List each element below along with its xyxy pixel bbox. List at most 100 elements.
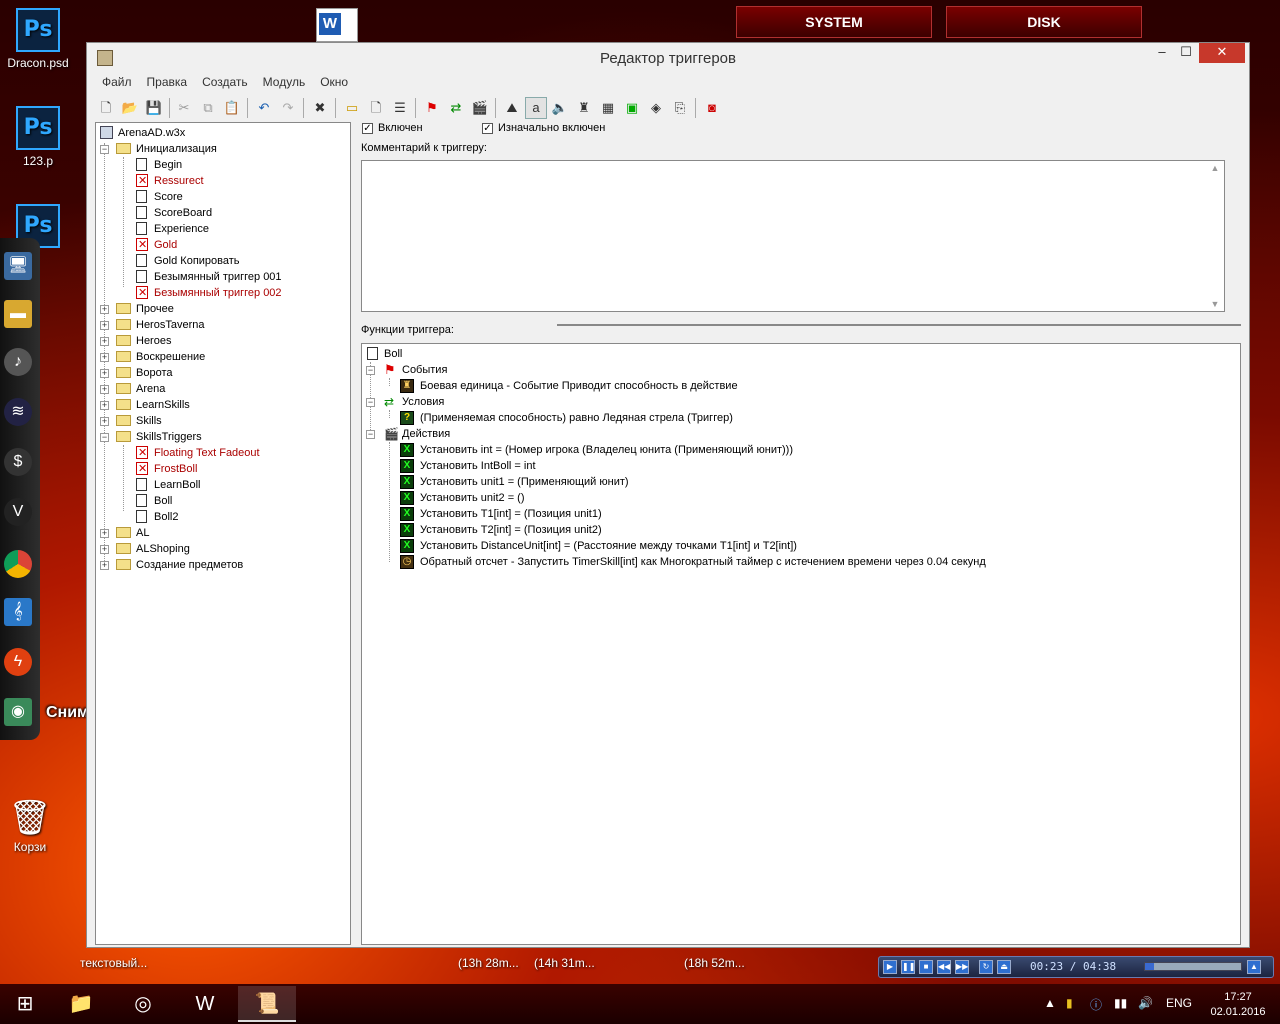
- action-row[interactable]: X Установить unit2 = (): [364, 490, 1224, 506]
- expand-icon[interactable]: +: [100, 401, 109, 410]
- ai-editor-icon[interactable]: ▣: [621, 97, 643, 119]
- warcraft-icon[interactable]: W: [176, 986, 234, 1022]
- condition-row[interactable]: ? (Применяемая способность) равно Ледяна…: [364, 410, 1224, 426]
- collapse-icon[interactable]: −: [366, 430, 375, 439]
- menu-create[interactable]: Создать: [195, 73, 255, 91]
- new-event-icon[interactable]: ⚑: [421, 97, 443, 119]
- tree-folder[interactable]: + Воскрешение: [96, 349, 336, 365]
- sound-editor-icon[interactable]: 🔈: [549, 97, 571, 119]
- maximize-button[interactable]: ☐: [1171, 43, 1201, 63]
- new-condition-icon[interactable]: ⇄: [445, 97, 467, 119]
- folder-icon[interactable]: ▬: [4, 300, 32, 328]
- tree-folder[interactable]: + Skills: [96, 413, 336, 429]
- expand-icon[interactable]: +: [100, 545, 109, 554]
- tree-folder[interactable]: + HerosTaverna: [96, 317, 336, 333]
- tree-trigger[interactable]: Ressurect: [96, 173, 336, 189]
- menu-file[interactable]: Файл: [95, 73, 139, 91]
- test-map-icon[interactable]: ◙: [701, 97, 723, 119]
- expand-icon[interactable]: +: [100, 337, 109, 346]
- tree-folder[interactable]: − SkillsTriggers: [96, 429, 336, 445]
- previous-icon[interactable]: ◀◀: [937, 960, 951, 974]
- tree-trigger[interactable]: Begin: [96, 157, 336, 173]
- v-app-icon[interactable]: V: [4, 498, 32, 526]
- system-button[interactable]: SYSTEM: [736, 6, 932, 38]
- menu-edit[interactable]: Правка: [140, 73, 195, 91]
- collapse-icon[interactable]: −: [366, 366, 375, 375]
- event-row[interactable]: ♜ Боевая единица - Событие Приводит спос…: [364, 378, 1224, 394]
- chrome-taskbar-icon[interactable]: ◎: [114, 986, 172, 1022]
- tree-folder[interactable]: + ALShoping: [96, 541, 336, 557]
- expand-icon[interactable]: +: [100, 529, 109, 538]
- show-hidden-icons-icon[interactable]: ▲: [1044, 996, 1056, 1010]
- app-tray-icon[interactable]: ▮: [1066, 996, 1073, 1010]
- tree-trigger[interactable]: Безымянный триггер 002: [96, 285, 336, 301]
- tree-folder[interactable]: + Прочее: [96, 301, 336, 317]
- tree-folder[interactable]: + Создание предметов: [96, 557, 336, 573]
- events-row[interactable]: − ⚑ События: [364, 362, 564, 378]
- clock[interactable]: 17:27 02.01.2016: [1202, 990, 1274, 1020]
- camera-icon[interactable]: ◉: [4, 698, 32, 726]
- enabled-checkbox[interactable]: ✓: [362, 123, 373, 134]
- collapse-icon[interactable]: −: [366, 398, 375, 407]
- action-row[interactable]: X Установить DistanceUnit[int] = (Расстоя…: [364, 538, 1224, 554]
- new-action-icon[interactable]: 🎬: [469, 97, 491, 119]
- tree-trigger[interactable]: Безымянный триггер 001: [96, 269, 336, 285]
- open-icon[interactable]: 📂: [119, 97, 141, 119]
- file-explorer-icon[interactable]: 📁: [52, 986, 110, 1022]
- chrome-icon[interactable]: [4, 550, 32, 578]
- world-editor-taskbar-icon[interactable]: 📜: [238, 986, 296, 1022]
- expand-icon[interactable]: +: [100, 417, 109, 426]
- trigger-name-row[interactable]: Boll: [364, 346, 564, 362]
- media-icon[interactable]: ♪: [4, 348, 32, 376]
- pause-icon[interactable]: ❚❚: [901, 960, 915, 974]
- tree-trigger[interactable]: Score: [96, 189, 336, 205]
- undo-icon[interactable]: ↶: [253, 97, 275, 119]
- desktop-icon-dracon-psd[interactable]: Ps Dracon.psd: [0, 8, 76, 70]
- conditions-row[interactable]: − ⇄ Условия: [364, 394, 564, 410]
- delete-icon[interactable]: ✖: [309, 97, 331, 119]
- tree-trigger[interactable]: ScoreBoard: [96, 205, 336, 221]
- expand-icon[interactable]: +: [100, 353, 109, 362]
- object-manager-icon[interactable]: ◈: [645, 97, 667, 119]
- language-indicator[interactable]: ENG: [1166, 996, 1192, 1010]
- next-icon[interactable]: ▶▶: [955, 960, 969, 974]
- tree-folder[interactable]: + Arena: [96, 381, 336, 397]
- expand-icon[interactable]: +: [100, 305, 109, 314]
- tree-trigger[interactable]: Gold Копировать: [96, 253, 336, 269]
- terrain-editor-icon[interactable]: ⛰: [501, 97, 523, 119]
- tree-trigger[interactable]: LearnBoll: [96, 477, 336, 493]
- info-icon[interactable]: ⓘ: [1090, 996, 1102, 1013]
- menu-window[interactable]: Окно: [313, 73, 355, 91]
- tree-trigger[interactable]: Floating Text Fadeout: [96, 445, 336, 461]
- word-document-icon[interactable]: W: [316, 8, 358, 42]
- minimize-player-icon[interactable]: ▲: [1247, 960, 1261, 974]
- new-comment-icon[interactable]: ☰: [389, 97, 411, 119]
- tree-folder[interactable]: + AL: [96, 525, 336, 541]
- open-file-icon[interactable]: ⏏: [997, 960, 1011, 974]
- object-editor-icon[interactable]: ♜: [573, 97, 595, 119]
- expand-icon[interactable]: +: [100, 369, 109, 378]
- computer-icon[interactable]: 🖥: [4, 252, 32, 280]
- campaign-editor-icon[interactable]: ▦: [597, 97, 619, 119]
- network-icon[interactable]: ▮▮: [1114, 996, 1127, 1010]
- scroll-up-icon[interactable]: ▲: [1210, 163, 1220, 173]
- repeat-icon[interactable]: ↻: [979, 960, 993, 974]
- trigger-editor-icon[interactable]: a: [525, 97, 547, 119]
- tree-trigger[interactable]: FrostBoll: [96, 461, 336, 477]
- new-trigger-icon[interactable]: 🗋: [365, 97, 387, 119]
- import-manager-icon[interactable]: ⎘: [669, 97, 691, 119]
- tree-trigger[interactable]: Gold: [96, 237, 336, 253]
- desktop-icon-123[interactable]: Ps 123.p: [0, 106, 76, 168]
- desktop-icon-recycle-bin[interactable]: 🗑 Корзи: [0, 796, 68, 854]
- new-category-icon[interactable]: ▭: [341, 97, 363, 119]
- tree-folder[interactable]: + Ворота: [96, 365, 336, 381]
- title-bar[interactable]: Редактор триггеров ‒ ☐ ✕: [87, 43, 1249, 73]
- redo-icon[interactable]: ↷: [277, 97, 299, 119]
- volume-icon[interactable]: 🔊: [1138, 996, 1153, 1010]
- comment-textarea[interactable]: ▲ ▼: [361, 160, 1225, 312]
- dollar-icon[interactable]: $: [4, 448, 32, 476]
- disk-button[interactable]: DISK: [946, 6, 1142, 38]
- actions-row[interactable]: − 🎬 Действия: [364, 426, 564, 442]
- scroll-down-icon[interactable]: ▼: [1210, 299, 1220, 309]
- action-row[interactable]: X Установить T2[int] = (Позиция unit2): [364, 522, 1224, 538]
